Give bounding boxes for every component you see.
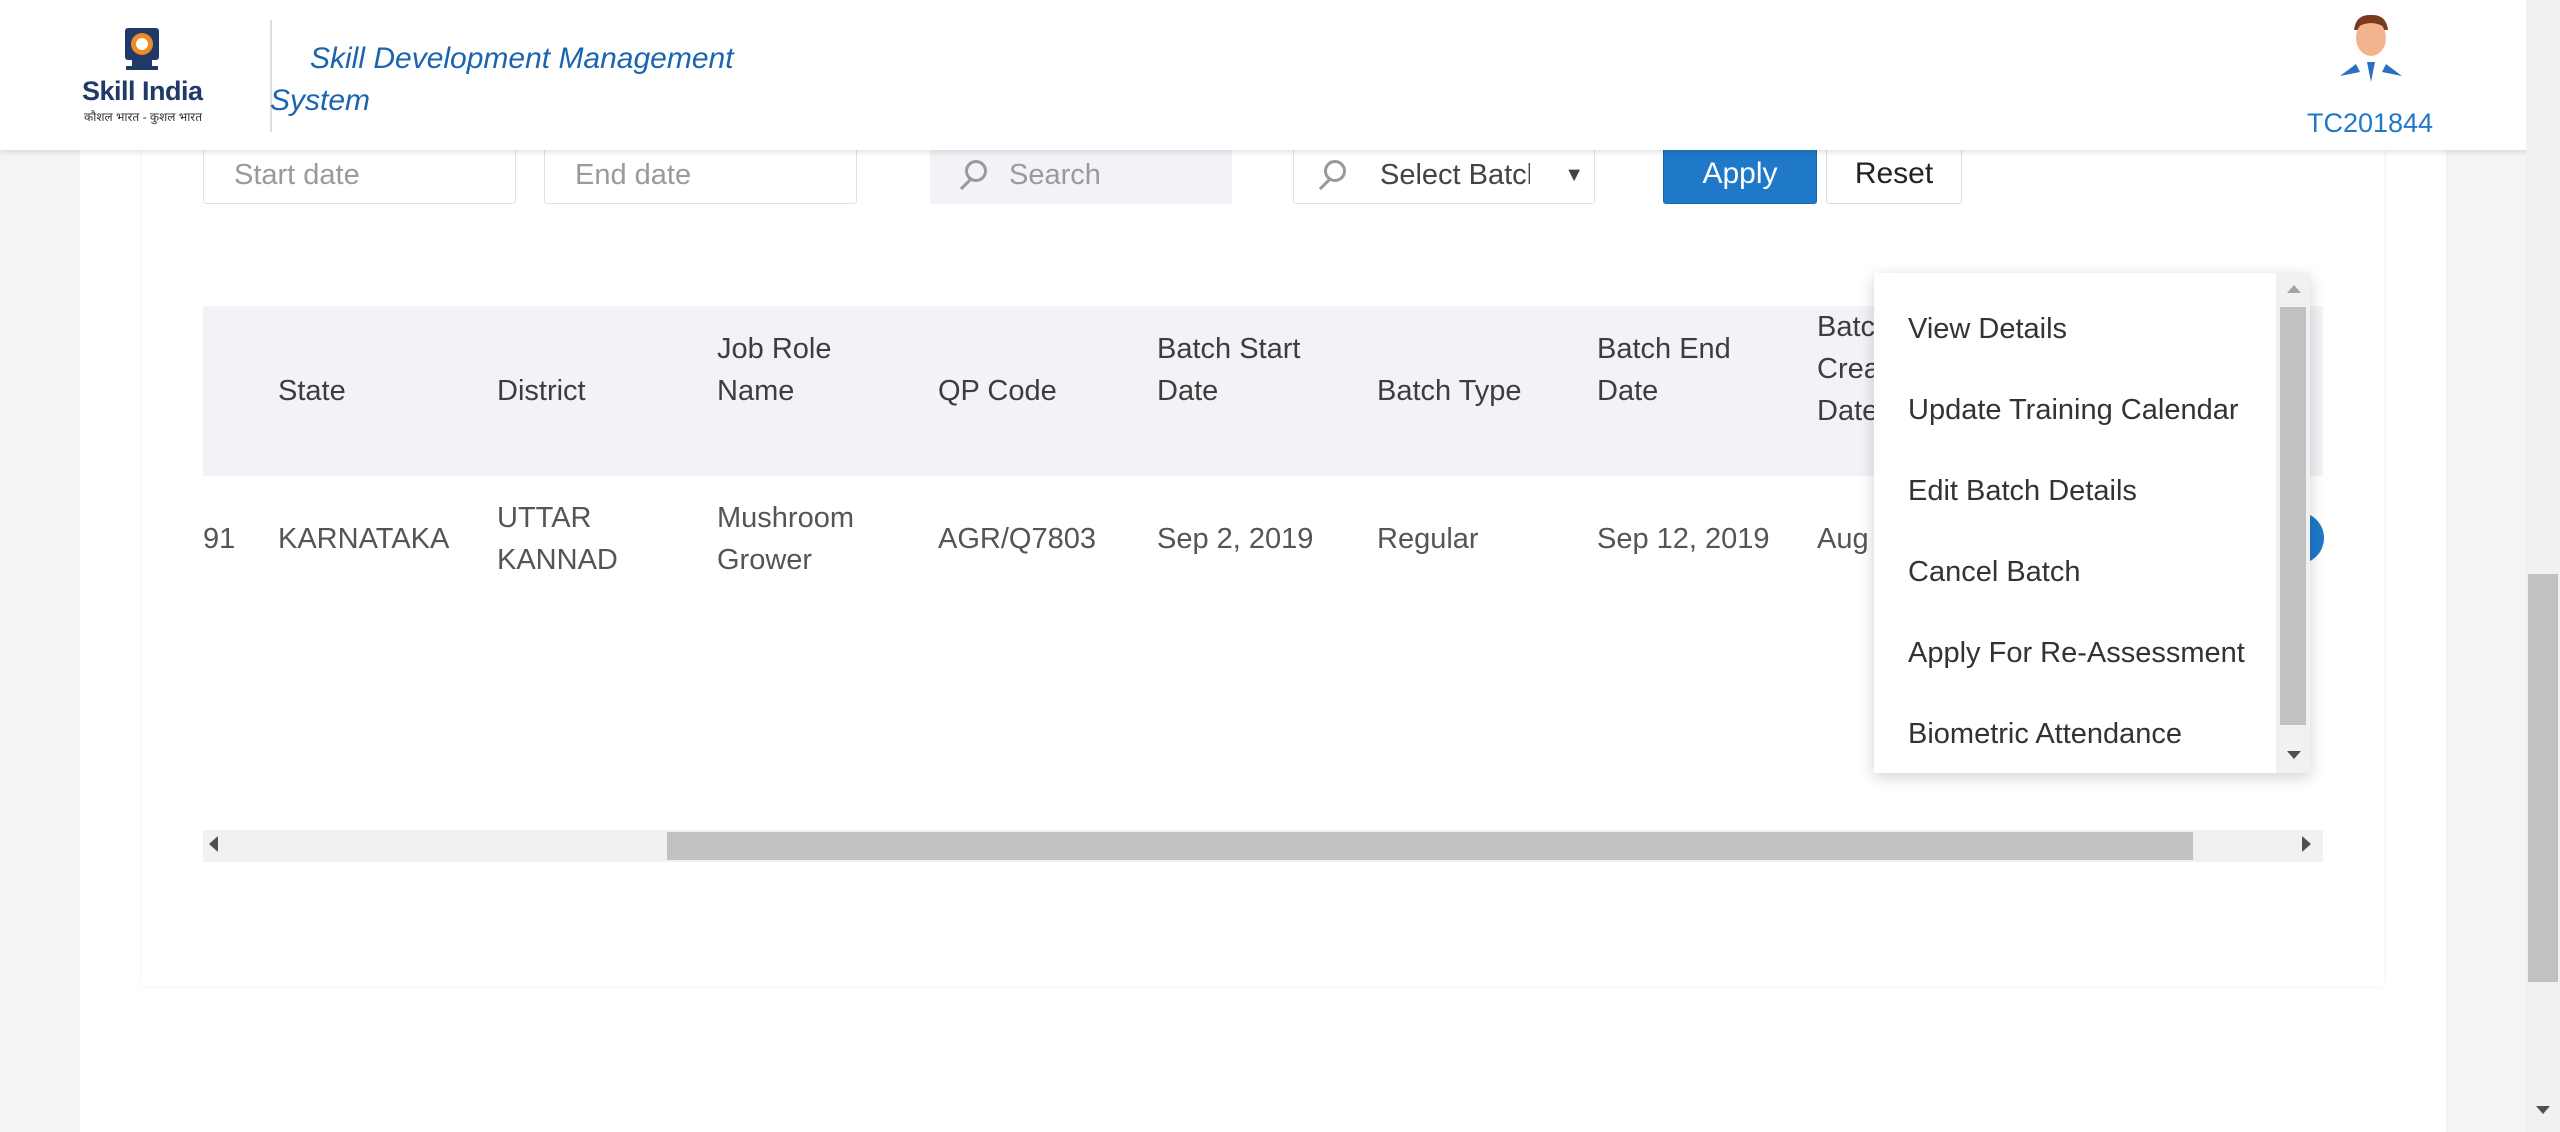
- menu-scrollbar[interactable]: [2276, 273, 2310, 773]
- logo-tagline: कौशल भारत - कुशल भारत: [84, 110, 203, 124]
- menu-item-biometric-attendance[interactable]: Biometric Attendance: [1908, 714, 2182, 754]
- search-input[interactable]: Search: [930, 146, 1232, 204]
- apply-button[interactable]: Apply: [1663, 144, 1817, 204]
- scroll-right-icon[interactable]: [2302, 836, 2311, 852]
- col-header-qp-code: QP Code: [938, 375, 1057, 407]
- cell-district: UTTAR KANNAD: [497, 502, 618, 576]
- batch-select-value: Select Batch: [1380, 159, 1530, 191]
- start-date-placeholder: Start date: [234, 159, 360, 191]
- row-action-menu: View Details Update Training Calendar Ed…: [1874, 273, 2310, 773]
- user-id[interactable]: TC201844: [2300, 108, 2440, 139]
- system-title: Skill Development Management System: [270, 42, 734, 117]
- horizontal-scroll-thumb[interactable]: [667, 832, 2193, 860]
- menu-scroll-thumb[interactable]: [2280, 307, 2306, 725]
- col-header-district: District: [497, 375, 586, 407]
- search-icon: [965, 160, 987, 182]
- menu-item-view-details[interactable]: View Details: [1908, 309, 2067, 349]
- cell-qp-code: AGR/Q7803: [938, 523, 1096, 555]
- logo-text: Skill India: [82, 76, 203, 106]
- start-date-input[interactable]: Start date: [203, 146, 516, 204]
- col-header-state: State: [278, 375, 346, 407]
- col-header-job-role: Job Role Name: [717, 333, 832, 407]
- page-scroll-thumb[interactable]: [2528, 574, 2558, 982]
- reset-button[interactable]: Reset: [1826, 144, 1962, 204]
- col-header-batch-type: Batch Type: [1377, 375, 1522, 407]
- chevron-down-icon: ▼: [1564, 164, 1584, 186]
- scroll-up-icon[interactable]: [2287, 285, 2301, 293]
- col-header-batch-start: Batch Start Date: [1157, 333, 1301, 407]
- cell-job-role: Mushroom Grower: [717, 502, 854, 576]
- cell-batch-created: Aug: [1817, 523, 1869, 555]
- end-date-input[interactable]: End date: [544, 146, 857, 204]
- scroll-down-icon[interactable]: [2536, 1106, 2550, 1114]
- menu-item-update-training-calendar[interactable]: Update Training Calendar: [1908, 390, 2238, 430]
- cell-batch-type: Regular: [1377, 523, 1479, 555]
- user-avatar-icon[interactable]: [2336, 12, 2406, 88]
- cell-id: 91: [203, 523, 236, 555]
- scroll-down-icon[interactable]: [2287, 751, 2301, 759]
- search-icon: [1324, 160, 1346, 182]
- menu-item-cancel-batch[interactable]: Cancel Batch: [1908, 552, 2081, 592]
- cell-state: KARNATAKA: [278, 523, 450, 555]
- top-header: Skill India कौशल भारत - कुशल भारत Skill …: [0, 0, 2560, 150]
- scroll-left-icon[interactable]: [209, 836, 218, 852]
- end-date-placeholder: End date: [575, 159, 692, 191]
- batch-select[interactable]: Select Batch ▼: [1293, 146, 1595, 204]
- col-header-batch-end: Batch End Date: [1597, 333, 1731, 407]
- menu-item-edit-batch-details[interactable]: Edit Batch Details: [1908, 471, 2137, 511]
- table-horizontal-scrollbar[interactable]: [203, 830, 2323, 862]
- cell-batch-end: Sep 12, 2019: [1597, 523, 1770, 555]
- search-placeholder: Search: [1009, 159, 1101, 191]
- page-vertical-scrollbar[interactable]: [2526, 0, 2560, 1132]
- menu-item-apply-reassessment[interactable]: Apply For Re-Assessment: [1908, 633, 2245, 673]
- cell-batch-start: Sep 2, 2019: [1157, 523, 1314, 555]
